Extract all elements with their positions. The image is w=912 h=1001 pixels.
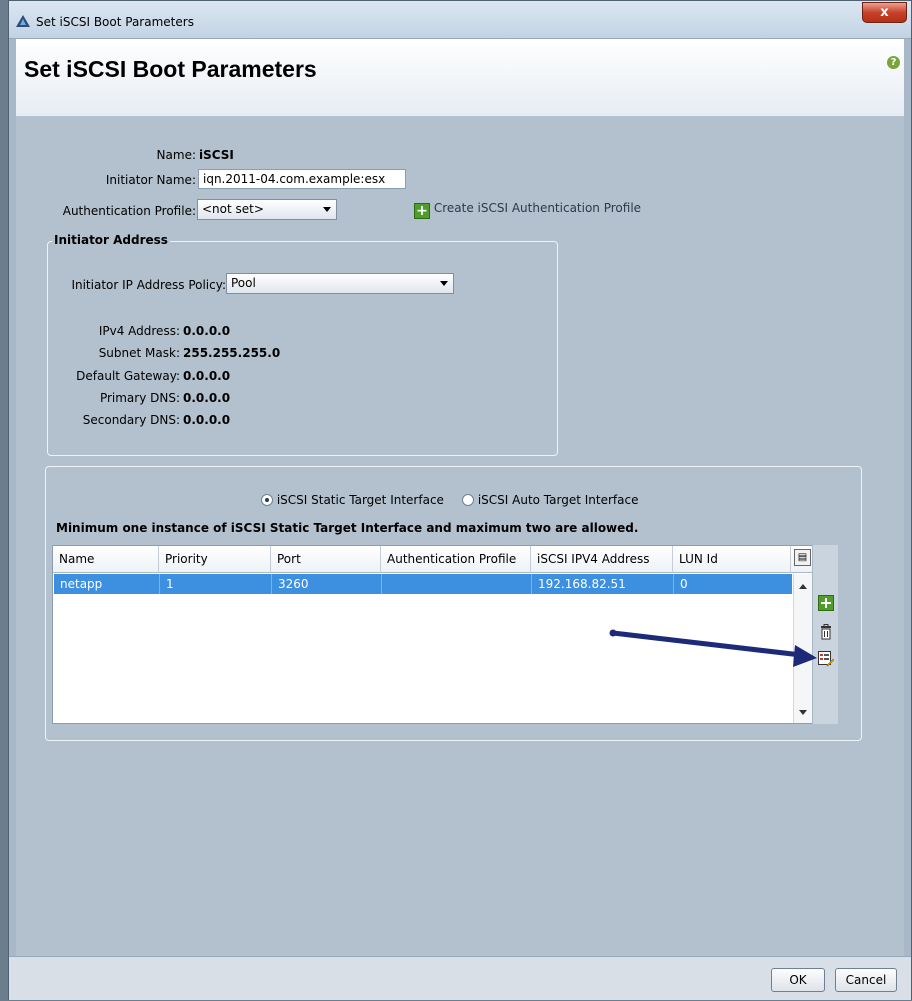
dialog-footer: OK Cancel <box>9 956 911 1000</box>
annotation-arrow-overlay <box>609 629 817 667</box>
ok-button[interactable]: OK <box>771 968 825 992</box>
dialog-window: Set iSCSI Boot Parameters x Set iSCSI Bo… <box>8 0 912 1000</box>
cancel-button[interactable]: Cancel <box>835 968 897 992</box>
annotation-arrow <box>609 629 817 667</box>
